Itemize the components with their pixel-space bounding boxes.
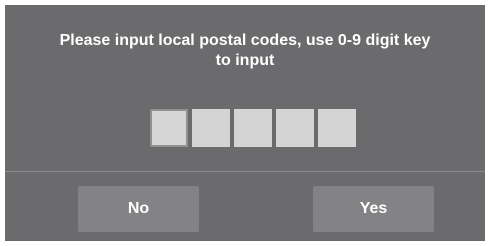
postal-digit-3[interactable] — [234, 109, 272, 147]
dialog-message-line-1: Please input local postal codes, use 0-9… — [59, 32, 431, 49]
dialog-message-line-2: to input — [215, 52, 275, 69]
postal-code-input — [150, 109, 356, 147]
postal-code-dialog: Please input local postal codes, use 0-9… — [5, 5, 485, 241]
no-button[interactable]: No — [78, 186, 199, 232]
yes-button[interactable]: Yes — [313, 186, 434, 232]
postal-digit-4[interactable] — [276, 109, 314, 147]
postal-digit-5[interactable] — [318, 109, 356, 147]
dialog-divider — [5, 171, 485, 172]
postal-digit-2[interactable] — [192, 109, 230, 147]
dialog-message: Please input local postal codes, use 0-9… — [5, 31, 485, 71]
postal-digit-1[interactable] — [150, 109, 188, 147]
